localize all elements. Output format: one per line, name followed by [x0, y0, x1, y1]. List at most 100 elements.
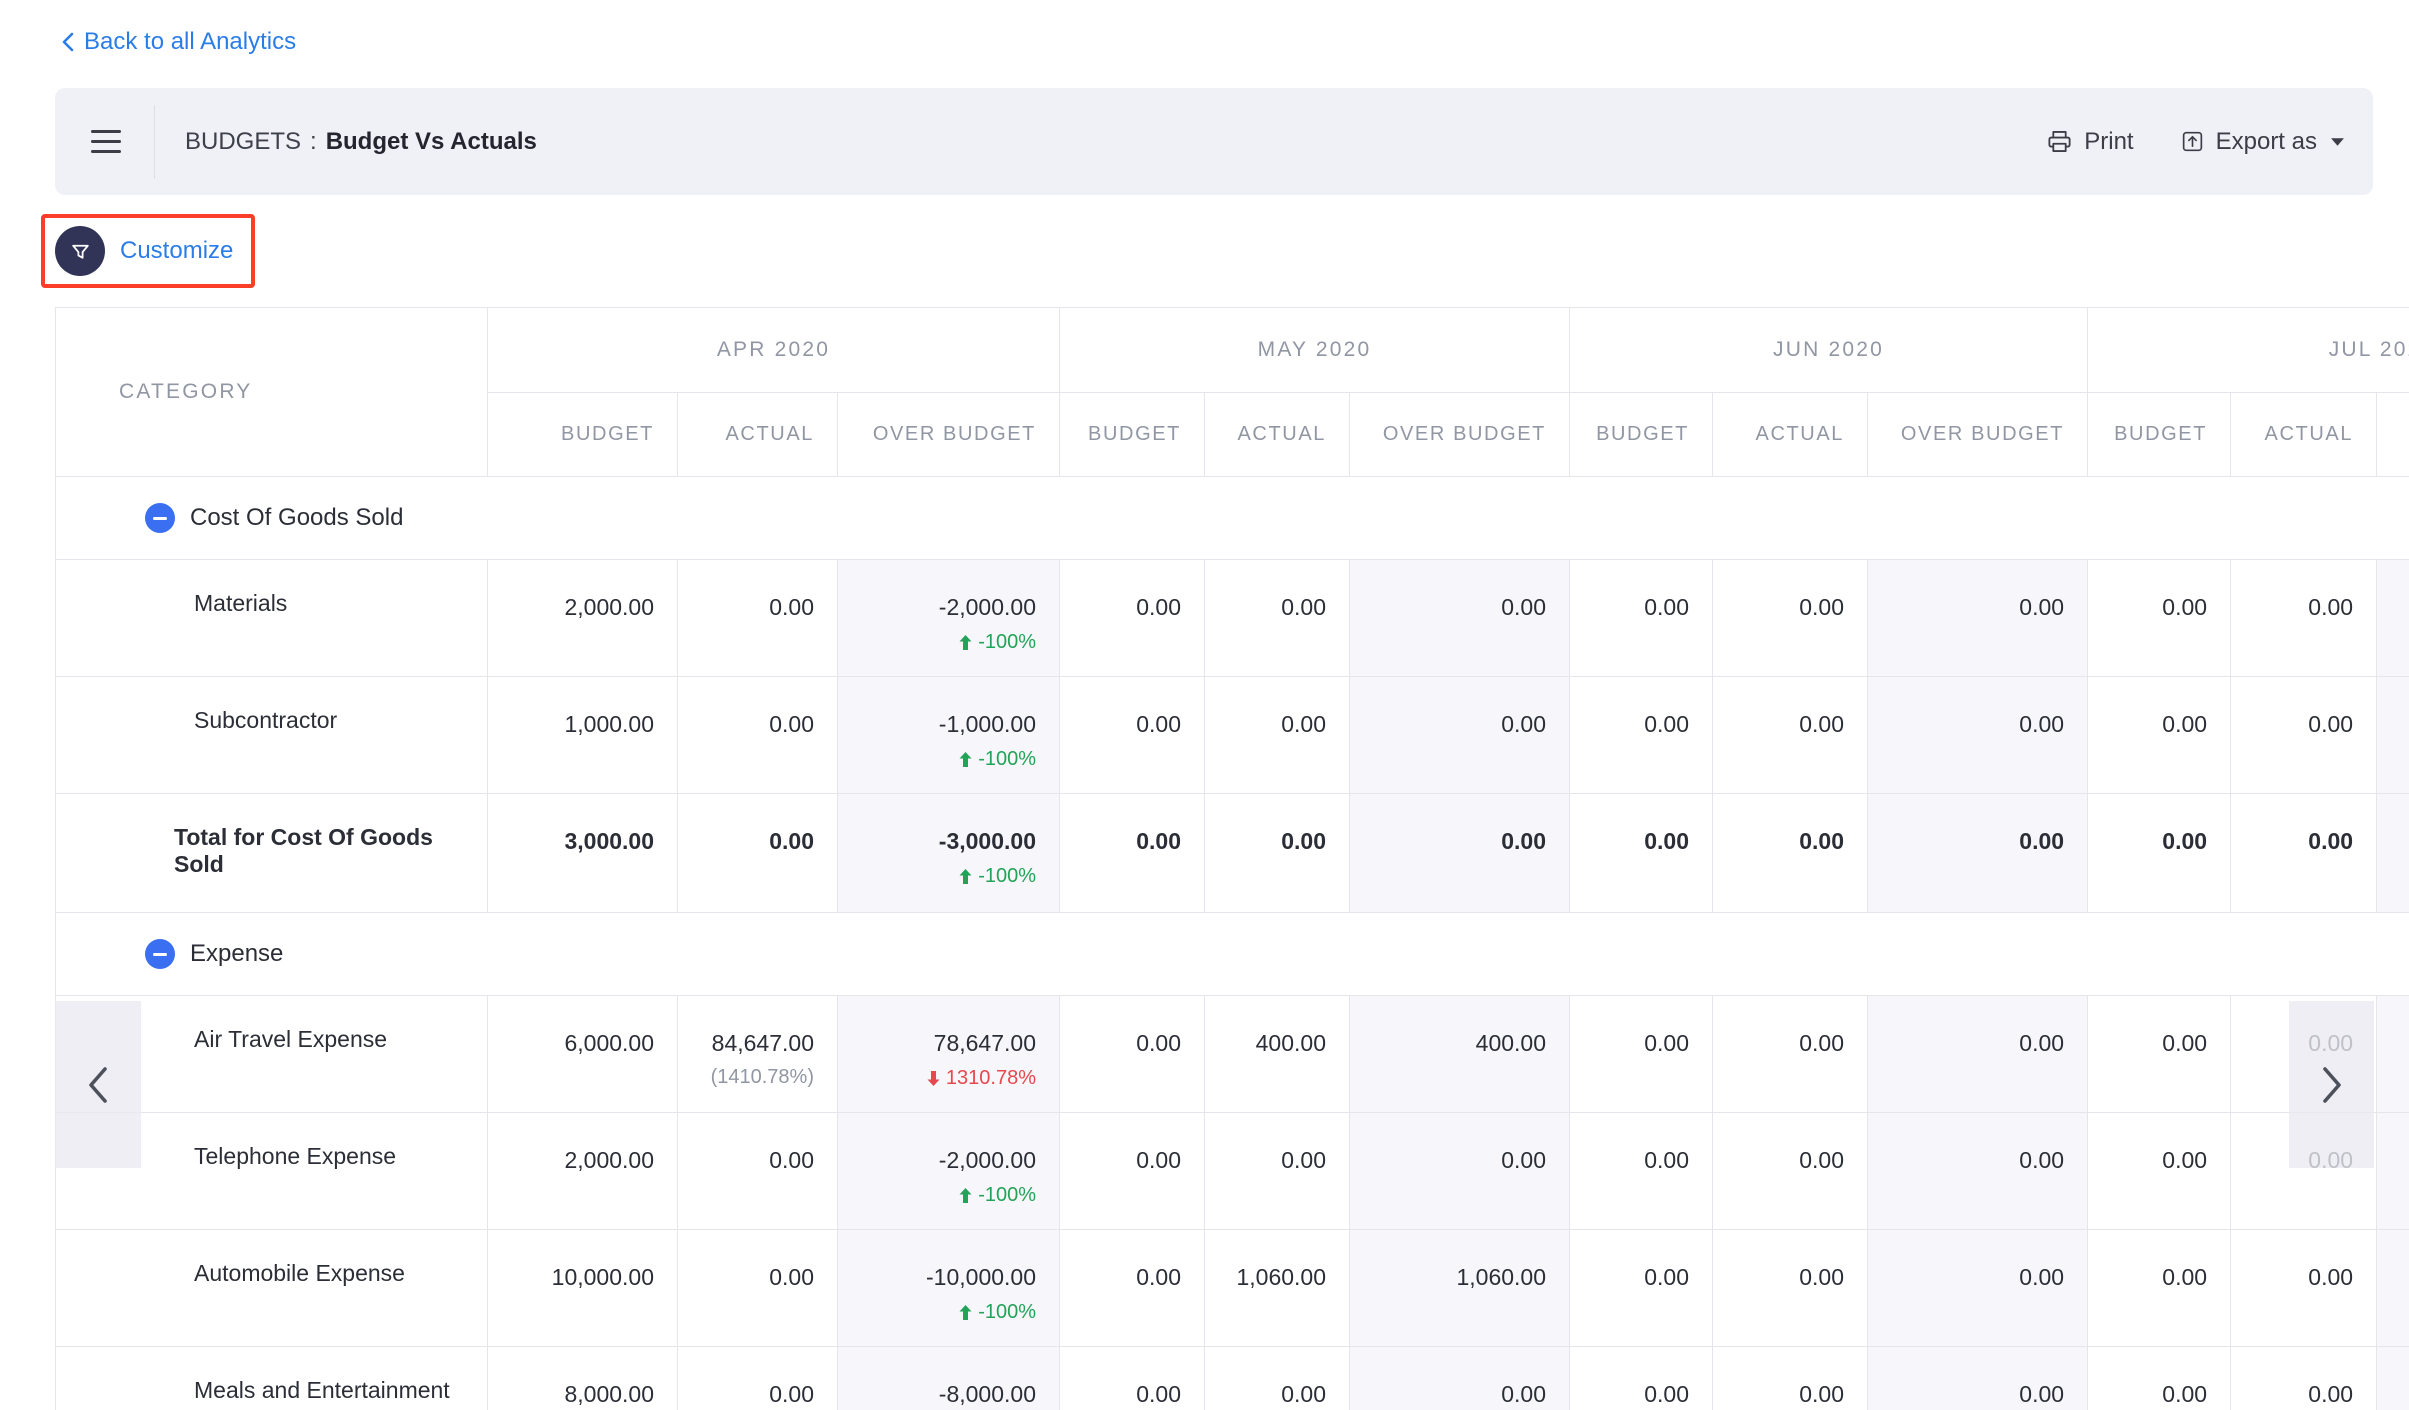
value-cell [2377, 1230, 2409, 1347]
value-cell: 0.00 [1868, 794, 2088, 913]
trend-up-badge: -100% [848, 1184, 1036, 1207]
table-row: Telephone Expense2,000.000.00-2,000.00-1… [56, 1113, 2409, 1230]
filter-funnel-icon [55, 226, 105, 276]
value-cell: 0.00 [1205, 794, 1350, 913]
chevron-left-icon [61, 32, 74, 52]
value-cell: 0.00 [1350, 560, 1570, 677]
report-name: Budget Vs Actuals [326, 128, 537, 156]
report-header-bar: BUDGETS : Budget Vs Actuals Print Export… [55, 88, 2373, 195]
value-cell: 400.00 [1350, 996, 1570, 1113]
scroll-left-button[interactable] [55, 1001, 141, 1168]
value-cell: 0.00 [1713, 560, 1868, 677]
value-cell: 2,000.00 [488, 560, 678, 677]
value-cell: 0.00 [1868, 1347, 2088, 1410]
export-icon [2180, 129, 2205, 154]
value-cell: -3,000.00-100% [838, 794, 1060, 913]
value-cell: -1,000.00-100% [838, 677, 1060, 794]
value-cell: 0.00 [1350, 1347, 1570, 1410]
value-cell: 0.00 [678, 1347, 838, 1410]
value-cell: 84,647.00(1410.78%) [678, 996, 838, 1113]
export-label: Export as [2216, 128, 2317, 156]
value-cell: 0.00 [1713, 1347, 1868, 1410]
hamburger-menu-icon[interactable] [91, 130, 121, 153]
value-cell: 0.00 [1570, 1230, 1713, 1347]
scroll-right-button[interactable] [2289, 1001, 2374, 1168]
value-cell: 0.00 [678, 1230, 838, 1347]
value-cell: 0.00 [2231, 1347, 2377, 1410]
value-cell [2377, 560, 2409, 677]
value-cell: 0.00 [1205, 560, 1350, 677]
value-cell: 0.00 [2231, 794, 2377, 913]
export-as-button[interactable]: Export as [2180, 128, 2345, 156]
back-to-analytics-link[interactable]: Back to all Analytics [61, 28, 296, 56]
value-cell: 0.00 [2088, 677, 2231, 794]
column-header: OVER BUDGET [2377, 393, 2409, 477]
value-cell: 0.00 [1060, 1347, 1205, 1410]
value-cell: 0.00 [2088, 560, 2231, 677]
report-module-label: BUDGETS [185, 128, 301, 156]
row-label: Total for Cost Of Goods Sold [56, 794, 488, 913]
value-cell: 0.00 [1350, 794, 1570, 913]
value-cell: 400.00 [1205, 996, 1350, 1113]
value-cell: 1,000.00 [488, 677, 678, 794]
column-header: BUDGET [1060, 393, 1205, 477]
print-button[interactable]: Print [2046, 128, 2133, 156]
value-cell: 0.00 [678, 1113, 838, 1230]
customize-button[interactable]: Customize [55, 226, 233, 276]
column-header: BUDGET [1570, 393, 1713, 477]
column-header: BUDGET [488, 393, 678, 477]
group-label: Cost Of Goods Sold [190, 504, 403, 532]
value-cell: -10,000.00-100% [838, 1230, 1060, 1347]
value-cell: 0.00 [1570, 560, 1713, 677]
value-cell: 0.00 [1350, 1113, 1570, 1230]
value-cell: 0.00 [1060, 1230, 1205, 1347]
value-cell: 1,060.00 [1205, 1230, 1350, 1347]
value-cell: 0.00 [1060, 560, 1205, 677]
value-cell: 0.00 [2088, 996, 2231, 1113]
value-cell: 0.00 [1570, 1347, 1713, 1410]
row-label: Automobile Expense [56, 1230, 488, 1347]
value-cell: 6,000.00 [488, 996, 678, 1113]
collapse-group-icon[interactable] [145, 939, 175, 969]
value-cell [2377, 677, 2409, 794]
caret-down-icon [2330, 137, 2345, 147]
value-cell: 0.00 [1868, 1230, 2088, 1347]
trend-down-badge: 1310.78% [848, 1067, 1036, 1090]
value-cell: 10,000.00 [488, 1230, 678, 1347]
row-label: Meals and Entertainment [56, 1347, 488, 1410]
column-header: ACTUAL [1713, 393, 1868, 477]
month-header: APR 2020 [488, 308, 1060, 393]
customize-label: Customize [120, 237, 233, 265]
column-header: ACTUAL [678, 393, 838, 477]
value-cell: 0.00 [1713, 996, 1868, 1113]
value-cell: 0.00 [1868, 996, 2088, 1113]
chevron-right-icon [2321, 1065, 2343, 1105]
table-row: Automobile Expense10,000.000.00-10,000.0… [56, 1230, 2409, 1347]
column-header: BUDGET [2088, 393, 2231, 477]
header-divider [154, 105, 155, 179]
trend-up-badge: -100% [848, 1301, 1036, 1324]
value-cell: 2,000.00 [488, 1113, 678, 1230]
collapse-group-icon[interactable] [145, 503, 175, 533]
value-cell: 0.00 [1570, 794, 1713, 913]
print-label: Print [2084, 128, 2133, 156]
group-row: Cost Of Goods Sold [56, 477, 2409, 560]
value-cell: 0.00 [2088, 1347, 2231, 1410]
trend-up-badge: -100% [848, 865, 1036, 888]
value-cell: 0.00 [1060, 996, 1205, 1113]
value-cell: 0.00 [1205, 1347, 1350, 1410]
value-cell: 0.00 [1868, 1113, 2088, 1230]
value-cell: 0.00 [1713, 677, 1868, 794]
value-cell: 0.00 [1713, 1113, 1868, 1230]
value-cell: 0.00 [2231, 560, 2377, 677]
value-cell: 0.00 [1868, 677, 2088, 794]
table-row: Subcontractor1,000.000.00-1,000.00-100%0… [56, 677, 2409, 794]
value-cell [2377, 1113, 2409, 1230]
value-cell: 0.00 [2088, 1113, 2231, 1230]
back-link-label: Back to all Analytics [84, 28, 296, 56]
value-cell: 0.00 [1205, 1113, 1350, 1230]
value-cell: -2,000.00-100% [838, 560, 1060, 677]
report-table-container: CATEGORYAPR 2020MAY 2020JUN 2020JUL 2020… [55, 307, 2409, 1410]
annotation-highlight-box: Customize [41, 214, 255, 288]
value-cell: -8,000.00 [838, 1347, 1060, 1410]
